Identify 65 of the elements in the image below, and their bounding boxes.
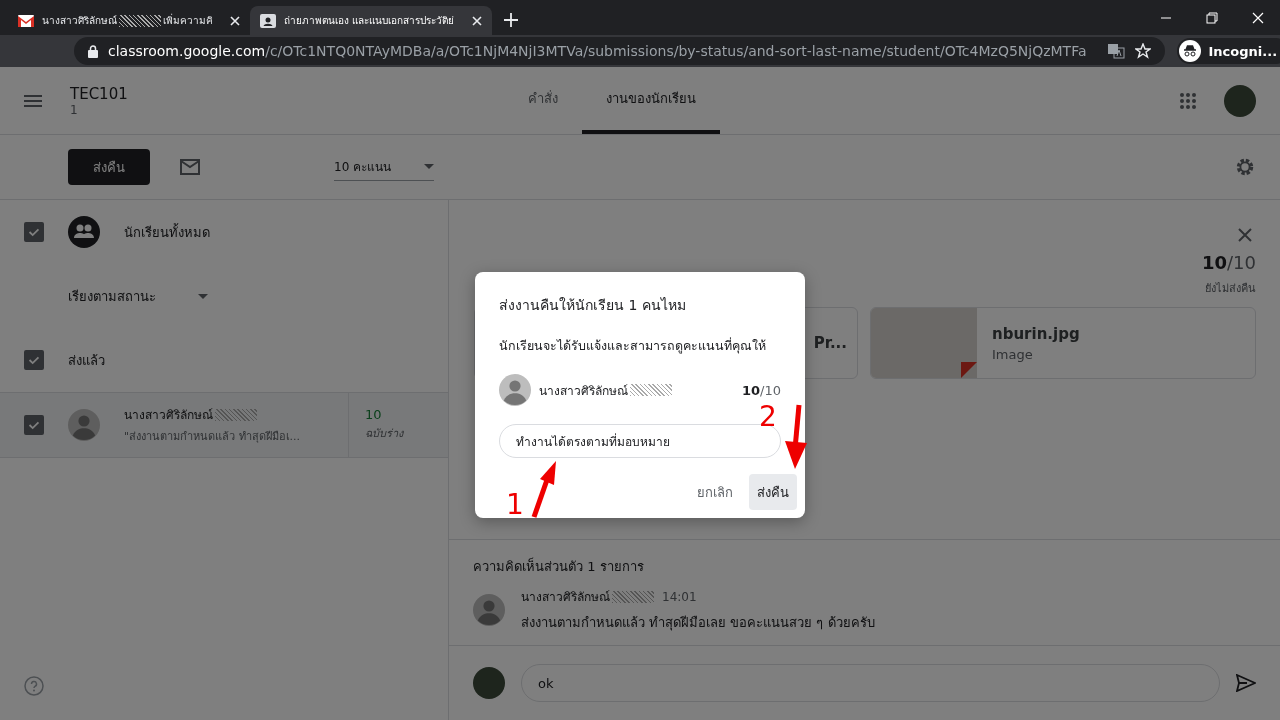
address-bar[interactable]: classroom.google.com/c/OTc1NTQ0NTAyMDBa/a/OTc1NjM4NjI3MTVa/submissions/by-status/and-sort-last-name/student/OTc4MzQ5NjQzMTFa [74,37,1165,65]
send-icon[interactable] [1236,674,1256,692]
classroom-icon [260,13,276,28]
return-button[interactable]: ส่งคืน [749,474,797,510]
tab-title: ถ่ายภาพตนเอง และแนบเอกสารประวัติย่ [284,14,455,28]
translate-icon[interactable] [1106,43,1125,59]
all-students-label[interactable]: นักเรียนทั้งหมด [124,221,210,243]
url-text: classroom.google.com/c/OTc1NTQ0NTAyMDBa/a/OTc1NjM4NjI3MTVa/submissions/by-status/and-sort-last-name/student/OTc4MzQ5NjQzMTFa [108,43,1087,59]
class-name[interactable]: TEC101 [70,84,210,103]
new-tab-icon[interactable] [504,13,518,27]
comment-author: นางสาวศิริลักษณ์ [521,589,610,606]
comment-text: ส่งงานตามกำหนดแล้ว ทำสุดฝีมือเลย ขอคะแนนสวย ๆ ด้วยครับ [521,614,875,633]
star-icon[interactable] [1134,43,1151,59]
points-dropdown[interactable]: 10 คะแนน [334,153,434,181]
comment-preview: "ส่งงานตามกำหนดแล้ว ทำสุดฝีมือเ... [124,429,302,445]
settings-icon[interactable] [1234,156,1256,178]
cancel-button[interactable]: ยกเลิก [689,474,741,510]
incognito-icon [1178,40,1201,62]
file-type: Image [992,346,1034,362]
group-icon [68,216,100,248]
student-name: นางสาวศิริลักษณ์ [124,407,213,424]
restore-icon[interactable] [1206,11,1218,24]
student-row[interactable]: นางสาวศิริลักษณ์ "ส่งงานตามกำหนดแล้ว ทำสุดฝีมือเ... 10 ฉบับร่าง [0,392,448,458]
group-label: ส่งแล้ว [68,351,105,370]
lock-icon [88,44,98,58]
dialog-message: นักเรียนจะได้รับแจ้งและสามารถดูคะแนนที่คุณให้ [499,336,767,356]
tab-title: นางสาวศิริลักษณ์ [42,14,117,28]
return-status: ยังไม่ส่งคืน [1205,281,1256,297]
annotation-arrow [782,403,809,471]
dropdown-arrow-icon [424,164,434,169]
image-corner-icon [961,362,977,378]
sort-dropdown[interactable]: เรียงตามสถานะ [68,285,208,307]
file-name: Pr... [813,334,847,352]
profile-photo[interactable] [1224,84,1256,117]
browser-tab[interactable]: ถ่ายภาพตนเอง และแนบเอกสารประวัติย่ [250,6,492,35]
grade-value: 10 [365,407,383,422]
person-avatar-icon [473,594,505,626]
mail-icon[interactable] [180,159,200,175]
score-text: 10/10 [742,382,781,398]
file-card[interactable]: nburin.jpg Image [870,307,1256,379]
checkbox[interactable] [24,350,44,370]
tab-title: เพิ่มความคิ [163,13,213,28]
checkbox[interactable] [24,222,44,242]
grade-status: ฉบับร่าง [365,426,405,442]
person-avatar-icon [499,374,531,406]
browser-tab[interactable]: นางสาวศิริลักษณ์ เพิ่มความคิ [8,6,250,35]
class-section: 1 [70,102,210,117]
file-name: nburin.jpg [992,324,1080,343]
page-tab[interactable]: งานของนักเรียน [582,67,720,134]
menu-icon[interactable] [24,94,42,107]
comment-time: 14:01 [662,589,697,604]
dialog-title: ส่งงานคืนให้นักเรียน 1 คนไหม [499,296,687,315]
dropdown-arrow-icon [198,293,208,299]
person-avatar-icon [68,409,100,441]
annotation-number: 1 [506,491,524,519]
profile-photo [473,667,505,699]
mail-icon [18,14,34,27]
comments-heading: ความคิดเห็นส่วนตัว 1 รายการ [473,556,645,576]
score-text: 10/10 [1201,252,1256,273]
page-tab[interactable]: คำสั่ง [504,67,582,134]
checkbox[interactable] [24,415,44,435]
student-name: นางสาวศิริลักษณ์ [539,382,628,400]
return-button[interactable]: ส่งคืน [68,149,150,185]
apps-grid-icon[interactable] [1180,92,1196,109]
incognito-button[interactable]: Incogni... [1176,38,1280,64]
